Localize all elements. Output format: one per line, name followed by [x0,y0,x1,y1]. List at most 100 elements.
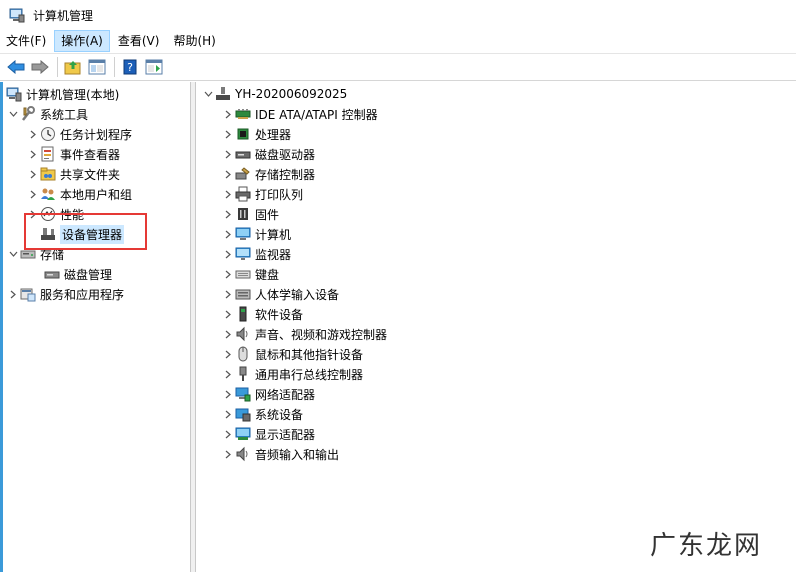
printer-icon [235,186,251,202]
forward-button[interactable] [29,56,51,78]
hid-icon [235,286,251,302]
help-button[interactable]: ? [119,56,141,78]
window-title: 计算机管理 [33,8,94,23]
tree-item-shared-folders[interactable]: 共享文件夹 [26,164,120,184]
device-tree-root[interactable]: YH-202006092025 [201,84,347,104]
device-category-label: 音频输入和输出 [255,447,340,462]
chevron-right-icon[interactable] [221,164,235,184]
firmware-icon [235,206,251,222]
device-category-row[interactable]: 固件 [221,204,279,224]
chevron-right-icon[interactable] [221,324,235,344]
device-category-row[interactable]: 人体学输入设备 [221,284,339,304]
device-category-label: 通用串行总线控制器 [255,367,364,382]
console-tree-pane: 计算机管理(本地) 系统工具 任务计划程序 事件查看器 共享文件夹 本地用户和组… [0,82,191,572]
event-log-icon [40,146,56,162]
device-category-row[interactable]: 网络适配器 [221,384,315,404]
device-category-row[interactable]: 键盘 [221,264,279,284]
device-category-row[interactable]: 音频输入和输出 [221,444,339,464]
chevron-right-icon[interactable] [221,344,235,364]
chevron-right-icon[interactable] [26,144,40,164]
menu-help[interactable]: 帮助(H) [167,30,221,52]
device-category-row[interactable]: 打印队列 [221,184,303,204]
computer-name-icon [215,86,231,102]
users-icon [40,186,56,202]
chevron-right-icon[interactable] [221,304,235,324]
toolbar: ? [0,53,796,81]
action-pane-button[interactable] [143,56,165,78]
chevron-right-icon[interactable] [26,184,40,204]
action-pane-icon [145,59,163,75]
ide-controller-icon [235,106,251,122]
tree-item-event-viewer[interactable]: 事件查看器 [26,144,120,164]
device-category-label: 软件设备 [255,307,304,322]
device-category-label: 显示适配器 [255,427,316,442]
chevron-right-icon[interactable] [221,124,235,144]
sound-icon [235,326,251,342]
chevron-right-icon[interactable] [6,284,20,304]
tools-icon [20,106,36,122]
chevron-right-icon[interactable] [221,184,235,204]
chevron-right-icon[interactable] [221,264,235,284]
device-category-row[interactable]: 磁盘驱动器 [221,144,315,164]
chevron-right-icon[interactable] [221,224,235,244]
tree-item-task-scheduler[interactable]: 任务计划程序 [26,124,132,144]
device-category-row[interactable]: 处理器 [221,124,291,144]
device-category-row[interactable]: IDE ATA/ATAPI 控制器 [221,104,378,124]
tree-item-local-users[interactable]: 本地用户和组 [26,184,132,204]
chevron-right-icon[interactable] [221,284,235,304]
device-category-row[interactable]: 显示适配器 [221,424,315,444]
chevron-right-icon[interactable] [221,244,235,264]
chevron-right-icon[interactable] [221,104,235,124]
device-category-row[interactable]: 监视器 [221,244,291,264]
chevron-down-icon[interactable] [6,104,20,124]
watermark: 广东龙网 [649,531,762,561]
menu-action[interactable]: 操作(A) [54,30,110,52]
device-category-row[interactable]: 鼠标和其他指针设备 [221,344,363,364]
tree-item-disk-management[interactable]: 磁盘管理 [44,264,112,284]
services-icon [20,286,36,302]
chevron-right-icon[interactable] [221,384,235,404]
mouse-icon [235,346,251,362]
device-category-row[interactable]: 计算机 [221,224,291,244]
chevron-right-icon[interactable] [221,404,235,424]
device-category-row[interactable]: 软件设备 [221,304,303,324]
device-category-row[interactable]: 通用串行总线控制器 [221,364,363,384]
pane-splitter[interactable] [191,82,196,572]
chevron-down-icon[interactable] [201,84,215,104]
computer-management-icon [9,7,25,23]
tree-item-system-tools[interactable]: 系统工具 [6,104,88,124]
chevron-right-icon[interactable] [221,444,235,464]
chevron-right-icon[interactable] [221,364,235,384]
forward-arrow-icon [31,60,49,74]
device-category-label: 声音、视频和游戏控制器 [255,327,388,342]
tree-label-disk-management: 磁盘管理 [64,267,113,282]
tree-root[interactable]: 计算机管理(本地) [6,84,119,104]
menu-bar: 文件(F) 操作(A) 查看(V) 帮助(H) [0,30,796,52]
computer-management-icon [6,86,22,102]
chevron-right-icon[interactable] [221,204,235,224]
title-bar: 计算机管理 [0,0,796,30]
chevron-down-icon[interactable] [6,244,20,264]
show-hide-tree-button[interactable] [86,56,108,78]
tree-label-task-scheduler: 任务计划程序 [60,127,133,142]
tree-label-services-apps: 服务和应用程序 [40,287,125,302]
help-book-icon: ? [123,59,137,75]
disk-management-icon [44,266,60,282]
chevron-right-icon[interactable] [26,124,40,144]
chevron-right-icon[interactable] [26,164,40,184]
up-level-button[interactable] [62,56,84,78]
device-category-label: 磁盘驱动器 [255,147,316,162]
device-category-row[interactable]: 存储控制器 [221,164,315,184]
tree-item-services-apps[interactable]: 服务和应用程序 [6,284,124,304]
chevron-right-icon[interactable] [221,424,235,444]
processor-icon [235,126,251,142]
chevron-right-icon[interactable] [221,144,235,164]
device-category-row[interactable]: 系统设备 [221,404,303,424]
device-tree-pane: YH-202006092025 IDE ATA/ATAPI 控制器 处理器磁盘驱动… [197,82,796,572]
menu-file[interactable]: 文件(F) [0,30,52,52]
device-category-row[interactable]: 声音、视频和游戏控制器 [221,324,387,344]
display-adapter-icon [235,426,251,442]
back-button[interactable] [5,56,27,78]
menu-view[interactable]: 查看(V) [112,30,166,52]
tree-root-label: 计算机管理(本地) [26,87,120,102]
